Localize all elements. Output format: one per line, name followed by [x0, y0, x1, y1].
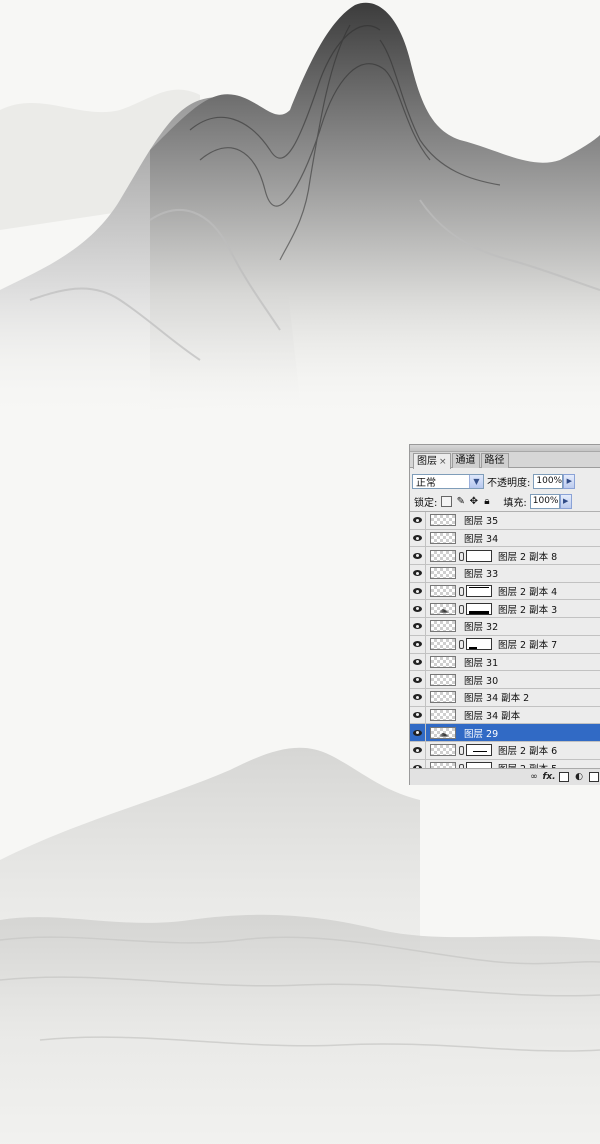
opacity-slider-arrow-icon[interactable]: ▶ [563, 473, 576, 489]
lock-brush-icon[interactable]: ✎ [456, 496, 465, 506]
layer-row[interactable]: 图层 2 副本 7 [410, 635, 600, 654]
layer-name: 图层 2 副本 4 [498, 587, 558, 599]
layer-name: 图层 2 副本 6 [498, 746, 558, 758]
visibility-eye-icon[interactable] [410, 582, 426, 600]
lock-move-icon[interactable]: ✥ [469, 496, 478, 506]
layer-thumbnail[interactable] [430, 532, 456, 545]
layer-name: 图层 31 [464, 657, 499, 669]
visibility-eye-icon[interactable] [410, 724, 426, 742]
layer-thumbnail[interactable] [430, 691, 456, 704]
lock-all-icon[interactable]: 🔒︎ [482, 496, 491, 506]
mask-link-icon[interactable] [458, 746, 464, 756]
layer-mask-thumbnail[interactable] [466, 744, 492, 757]
layer-mask-thumbnail[interactable] [466, 549, 492, 562]
layer-thumbnail[interactable] [430, 655, 456, 668]
visibility-eye-icon[interactable] [410, 564, 426, 582]
layer-name: 图层 34 副本 [464, 710, 521, 722]
layer-thumbnail[interactable] [430, 620, 456, 633]
lock-fill-row: 锁定: ✎ ✥ 🔒︎ 填充: 100% ▶ [410, 491, 600, 512]
layer-mask-thumbnail[interactable] [466, 602, 492, 615]
fill-slider-arrow-icon[interactable]: ▶ [559, 493, 572, 509]
layer-row[interactable]: 图层 32 [410, 617, 600, 636]
tab-label: 路径 [484, 455, 505, 466]
layer-row[interactable]: 图层 34 副本 [410, 706, 600, 725]
layer-row[interactable]: 图层 30 [410, 671, 600, 689]
panel-footer: ∞ fx. ◐ [410, 768, 600, 785]
lock-transparency-icon[interactable] [441, 495, 453, 507]
layer-row[interactable]: 图层 2 副本 3 [410, 600, 600, 619]
layer-thumbnail[interactable] [430, 638, 456, 651]
tab-channels[interactable]: 通道 [451, 453, 480, 468]
visibility-eye-icon[interactable] [410, 529, 426, 547]
layer-name: 图层 35 [464, 516, 499, 528]
panel-grip[interactable] [410, 445, 600, 452]
layer-style-icon[interactable]: fx. [542, 772, 555, 782]
adjustment-layer-icon[interactable]: ◐ [574, 772, 584, 782]
layer-thumbnail[interactable] [430, 673, 456, 686]
tab-paths[interactable]: 路径 [480, 453, 509, 468]
layer-thumbnail[interactable] [430, 514, 456, 527]
layer-thumbnail[interactable] [430, 567, 456, 580]
layer-thumbnail[interactable] [430, 549, 456, 562]
visibility-eye-icon[interactable] [410, 688, 426, 706]
layer-name: 图层 2 副本 8 [498, 551, 558, 563]
tab-label: 通道 [455, 455, 476, 466]
layers-panel: 图层 × 通道 路径 正常 ▼ 不透明度: 100% ▶ 锁定: ✎ ✥ 🔒︎ … [409, 444, 600, 785]
layer-row[interactable]: 图层 35 [410, 511, 600, 530]
layer-thumbnail[interactable] [430, 744, 456, 757]
mask-link-icon[interactable] [458, 604, 464, 614]
layer-thumbnail[interactable] [430, 602, 456, 615]
layer-name: 图层 2 副本 3 [498, 604, 558, 616]
layer-row[interactable]: 图层 2 副本 6 [410, 741, 600, 760]
layer-row[interactable]: 图层 2 副本 4 [410, 582, 600, 601]
add-mask-icon[interactable] [559, 772, 569, 782]
visibility-eye-icon[interactable] [410, 671, 426, 689]
layer-name: 图层 34 副本 2 [464, 693, 530, 705]
link-layers-icon[interactable]: ∞ [529, 772, 539, 782]
visibility-eye-icon[interactable] [410, 617, 426, 635]
mask-link-icon[interactable] [458, 587, 464, 597]
visibility-eye-icon[interactable] [410, 741, 426, 759]
visibility-eye-icon[interactable] [410, 600, 426, 618]
layer-row[interactable]: 图层 34 副本 2 [410, 688, 600, 707]
new-group-icon[interactable] [589, 772, 599, 782]
layer-thumbnail[interactable] [430, 708, 456, 721]
layers-list: 图层 35 图层 34 图层 2 副本 8 图层 33 图层 2 副本 4 图层 2 副本… [410, 511, 600, 778]
visibility-eye-icon[interactable] [410, 547, 426, 565]
tab-label: 图层 [417, 455, 437, 467]
layer-mask-thumbnail[interactable] [466, 638, 492, 651]
layer-row[interactable]: 图层 34 [410, 529, 600, 548]
layer-name: 图层 30 [464, 675, 499, 687]
layer-row[interactable]: 图层 29 [410, 724, 600, 742]
fill-input[interactable]: 100% [529, 493, 560, 509]
blend-mode-value: 正常 [416, 477, 436, 489]
layer-name: 图层 33 [464, 569, 499, 581]
layer-name: 图层 2 副本 7 [498, 640, 558, 652]
visibility-eye-icon[interactable] [410, 706, 426, 724]
mask-link-icon[interactable] [458, 640, 464, 650]
blend-opacity-row: 正常 ▼ 不透明度: 100% ▶ [410, 471, 600, 491]
layer-row[interactable]: 图层 33 [410, 564, 600, 583]
layer-thumbnail[interactable] [430, 726, 456, 739]
chevron-down-icon[interactable]: ▼ [469, 474, 483, 488]
layer-thumbnail[interactable] [430, 585, 456, 598]
layer-mask-thumbnail[interactable] [466, 585, 492, 598]
layer-row[interactable]: 图层 31 [410, 653, 600, 672]
visibility-eye-icon[interactable] [410, 635, 426, 653]
mask-link-icon[interactable] [458, 551, 464, 561]
opacity-label: 不透明度: [487, 477, 531, 489]
visibility-eye-icon[interactable] [410, 653, 426, 671]
layer-name: 图层 32 [464, 622, 499, 634]
panel-tabs: 图层 × 通道 路径 [410, 452, 600, 469]
layer-name: 图层 29 [464, 728, 499, 740]
layer-name: 图层 34 [464, 534, 499, 546]
blend-mode-select[interactable]: 正常 ▼ [412, 473, 484, 489]
fill-label: 填充: [503, 497, 527, 509]
tab-layers[interactable]: 图层 × [413, 453, 451, 469]
layer-row[interactable]: 图层 2 副本 8 [410, 547, 600, 566]
visibility-eye-icon[interactable] [410, 511, 426, 529]
lock-label: 锁定: [414, 497, 438, 509]
opacity-input[interactable]: 100% [533, 473, 564, 489]
close-icon[interactable]: × [439, 455, 447, 469]
